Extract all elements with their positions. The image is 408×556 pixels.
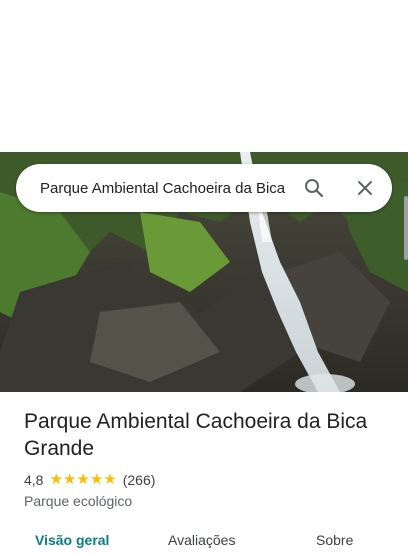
star-icon: ★ — [89, 471, 104, 488]
place-tabs: Visão geral Avaliações Sobre — [0, 532, 408, 556]
place-title: Parque Ambiental Cachoeira da Bica Grand… — [24, 410, 368, 460]
close-button[interactable] — [353, 176, 377, 200]
search-button[interactable] — [302, 176, 326, 200]
rating-value: 4,8 — [24, 472, 44, 488]
search-box[interactable]: Parque Ambiental Cachoeira da Bica — [16, 164, 392, 212]
tab-about[interactable]: Sobre — [316, 532, 353, 548]
place-category[interactable]: Parque ecológico — [24, 493, 132, 509]
star-icon: ★ — [49, 471, 63, 488]
review-count[interactable]: (266) — [123, 472, 156, 488]
close-icon — [358, 181, 372, 195]
search-input[interactable]: Parque Ambiental Cachoeira da Bica — [40, 180, 286, 197]
star-icon: ★ — [62, 471, 77, 488]
search-icon — [305, 179, 324, 198]
rating-row[interactable]: 4,8 ★ ★ ★ ★ ★ (266) — [24, 472, 155, 488]
place-info-panel: Parque Ambiental Cachoeira da Bica Grand… — [0, 392, 408, 548]
tab-reviews[interactable]: Avaliações — [168, 532, 235, 548]
star-icon: ★ — [103, 471, 117, 488]
tab-overview[interactable]: Visão geral — [35, 532, 109, 548]
rating-stars: ★ ★ ★ ★ ★ — [49, 471, 117, 488]
scrollbar[interactable] — [404, 196, 408, 260]
star-icon: ★ — [76, 471, 90, 488]
map-blank-area — [0, 0, 408, 152]
